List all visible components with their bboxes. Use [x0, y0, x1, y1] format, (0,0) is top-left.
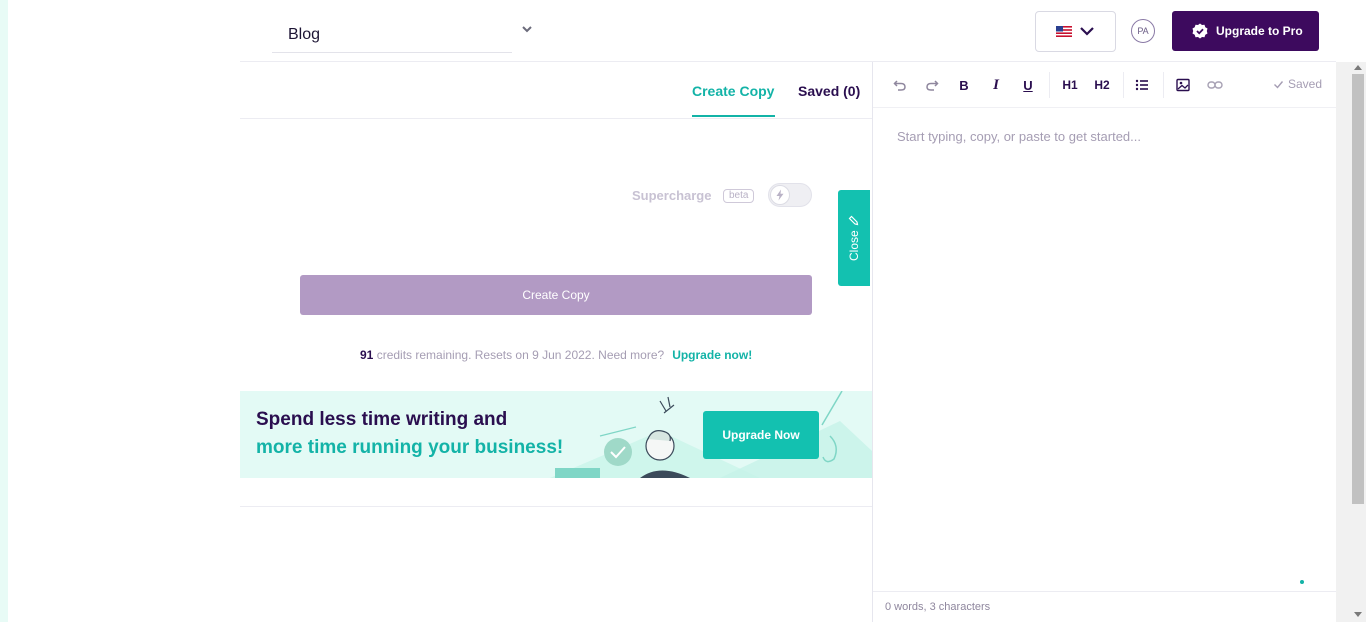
upgrade-banner: Spend less time writing and more time ru… [240, 391, 872, 478]
heading2-button[interactable]: H2 [1091, 76, 1113, 94]
copy-tabs: Create Copy Saved (0) [240, 62, 872, 119]
italic-button[interactable]: I [987, 76, 1005, 94]
credits-info: 91 credits remaining. Resets on 9 Jun 20… [360, 348, 752, 362]
top-header: Blog PA Upgrade to Pro [240, 0, 1336, 62]
app-page: Blog PA Upgrade to Pro Create Copy Saved… [0, 0, 1366, 622]
pencil-icon [849, 215, 859, 226]
redo-button[interactable] [923, 76, 941, 94]
close-tab-content: Close [846, 208, 862, 268]
heading1-button[interactable]: H1 [1059, 76, 1081, 94]
upgrade-now-link[interactable]: Upgrade now! [672, 348, 752, 362]
banner-upgrade-button[interactable]: Upgrade Now [703, 411, 819, 459]
supercharge-label: Supercharge [632, 188, 712, 203]
left-sidebar [8, 0, 240, 622]
list-icon [1135, 79, 1148, 91]
link-icon [1207, 81, 1223, 89]
language-selector[interactable] [1035, 11, 1116, 52]
credits-text: credits remaining. Resets on 9 Jun 2022.… [373, 348, 665, 362]
banner-headline: Spend less time writing and [256, 409, 508, 430]
close-label: Close [847, 230, 861, 261]
create-copy-button[interactable]: Create Copy [300, 275, 812, 315]
check-icon [1274, 80, 1284, 89]
chevron-down-icon[interactable] [520, 22, 534, 36]
insert-image-button[interactable] [1174, 76, 1192, 94]
user-avatar[interactable]: PA [1131, 19, 1155, 43]
editor-content-area[interactable]: Start typing, copy, or paste to get star… [897, 129, 1141, 144]
chevron-down-icon [1080, 27, 1094, 36]
bolt-icon [776, 189, 784, 201]
scroll-down-arrow[interactable] [1354, 612, 1362, 617]
insert-link-button[interactable] [1206, 76, 1224, 94]
undo-button[interactable] [891, 76, 909, 94]
credits-count: 91 [360, 348, 374, 362]
scrollbar-top-area [1336, 0, 1366, 62]
toggle-knob [770, 185, 790, 205]
redo-icon [926, 80, 939, 91]
page-scrollbar[interactable] [1336, 62, 1366, 622]
toolbar-divider [1163, 72, 1164, 98]
supercharge-toggle[interactable] [768, 183, 812, 207]
bullet-list-button[interactable] [1133, 76, 1151, 94]
left-accent-strip [0, 0, 8, 622]
editor-footer: 0 words, 3 characters [873, 591, 1337, 622]
document-type-value: Blog [288, 26, 321, 43]
us-flag-icon [1056, 26, 1072, 37]
text-editor: B I U H1 H2 Saved Start typing, copy, or… [872, 62, 1337, 622]
tab-saved[interactable]: Saved (0) [798, 83, 860, 99]
editor-cursor-dot [1300, 580, 1304, 584]
save-status: Saved [1273, 77, 1322, 91]
undo-icon [893, 80, 906, 91]
saved-label: Saved [1288, 77, 1323, 91]
toolbar-divider [1123, 72, 1124, 98]
scroll-up-arrow[interactable] [1354, 65, 1362, 70]
verified-badge-icon [1192, 23, 1208, 39]
scroll-thumb[interactable] [1352, 74, 1364, 504]
close-panel-tab[interactable]: Close [838, 190, 870, 286]
underline-button[interactable]: U [1019, 76, 1037, 94]
tab-create-copy[interactable]: Create Copy [692, 83, 774, 99]
document-type-select[interactable]: Blog [272, 18, 512, 53]
editor-toolbar: B I U H1 H2 Saved [873, 62, 1337, 108]
bold-button[interactable]: B [955, 76, 973, 94]
upgrade-to-pro-label: Upgrade to Pro [1216, 24, 1303, 38]
word-count: 0 words, 3 characters [885, 601, 991, 613]
active-tab-indicator [692, 115, 775, 117]
beta-badge: beta [723, 189, 755, 203]
banner-subheadline: more time running your business! [256, 437, 564, 458]
image-icon [1176, 78, 1190, 92]
toolbar-divider [1049, 72, 1050, 98]
upgrade-to-pro-button[interactable]: Upgrade to Pro [1172, 11, 1319, 51]
section-divider [240, 506, 872, 507]
